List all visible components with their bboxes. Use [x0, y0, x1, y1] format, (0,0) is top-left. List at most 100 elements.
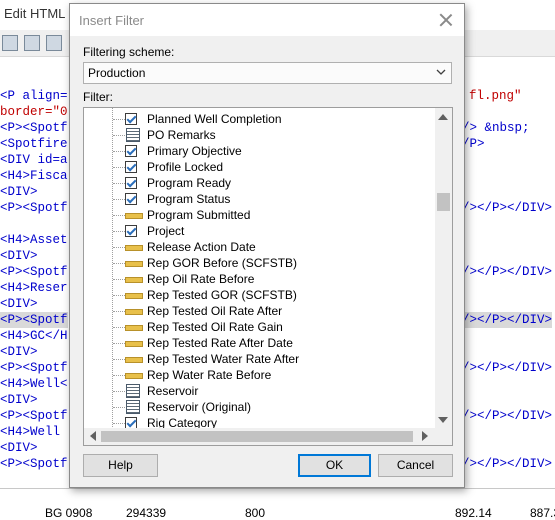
- tree-branch-line: [113, 295, 125, 296]
- filter-item-label: Rep Tested Oil Rate After: [147, 304, 283, 318]
- range-slider-icon: [125, 369, 143, 381]
- tree-branch-line: [113, 391, 125, 392]
- horizontal-scrollbar[interactable]: [84, 428, 452, 445]
- filter-item-label: Rep Water Rate Before: [147, 368, 272, 382]
- filter-item[interactable]: Rep Tested Oil Rate After: [84, 303, 434, 319]
- checkbox-icon: [125, 113, 137, 125]
- paint-bucket-icon[interactable]: [46, 35, 62, 51]
- filter-item-label: Program Ready: [147, 176, 232, 190]
- filter-item[interactable]: Rep Tested GOR (SCFSTB): [84, 287, 434, 303]
- tree-branch-line: [113, 311, 125, 312]
- tree-branch-line: [113, 423, 125, 424]
- table-cell: 887.3: [530, 506, 555, 520]
- range-slider-icon: [125, 289, 143, 301]
- range-slider-icon: [125, 337, 143, 349]
- table-cell: BG 0908: [45, 506, 93, 520]
- code-line: <Spotfire: [0, 137, 68, 151]
- code-line: <DIV>: [0, 297, 38, 311]
- filter-item-label: Profile Locked: [147, 160, 224, 174]
- filter-item[interactable]: Rep Tested Water Rate After: [84, 351, 434, 367]
- checkbox-icon: [125, 177, 137, 189]
- code-line-fragment: /></P></DIV>: [462, 312, 553, 328]
- range-slider-icon: [125, 209, 143, 221]
- filter-item-label: Program Submitted: [147, 208, 251, 222]
- filter-item[interactable]: Release Action Date: [84, 239, 434, 255]
- help-button[interactable]: Help: [83, 454, 158, 477]
- filter-item[interactable]: Program Submitted: [84, 207, 434, 223]
- scroll-down-icon[interactable]: [438, 417, 448, 423]
- filter-item[interactable]: Rep Water Rate Before: [84, 367, 434, 383]
- checkbox-icon: [125, 225, 137, 237]
- code-line: border="0: [0, 105, 68, 119]
- range-slider-icon: [125, 273, 143, 285]
- filter-item-label: Rep Oil Rate Before: [147, 272, 255, 286]
- scroll-up-icon[interactable]: [438, 114, 448, 120]
- filter-item-label: Release Action Date: [147, 240, 256, 254]
- filter-item[interactable]: Project: [84, 223, 434, 239]
- insert-filter-dialog: Insert Filter Filtering scheme: Producti…: [69, 3, 465, 488]
- filter-item[interactable]: Program Status: [84, 191, 434, 207]
- code-line: <DIV>: [0, 185, 38, 199]
- filter-item[interactable]: PO Remarks: [84, 127, 434, 143]
- list-box-icon: [126, 128, 140, 142]
- vertical-scroll-thumb[interactable]: [437, 193, 450, 211]
- horizontal-scroll-thumb[interactable]: [101, 431, 413, 442]
- tree-branch-line: [113, 167, 125, 168]
- filter-item[interactable]: Rep Oil Rate Before: [84, 271, 434, 287]
- code-line: <P><Spotf: [0, 121, 68, 135]
- tree-branch-line: [113, 327, 125, 328]
- filter-tree[interactable]: Planned Well Completion PO Remarks Primary…: [83, 107, 453, 446]
- checkbox-icon: [125, 193, 137, 205]
- dialog-title: Insert Filter: [79, 13, 145, 28]
- vertical-scrollbar[interactable]: [435, 108, 452, 428]
- code-line-fragment: fl.png": [469, 89, 522, 103]
- code-line-fragment: /></P></DIV>: [462, 409, 553, 423]
- filter-item[interactable]: Primary Objective: [84, 143, 434, 159]
- filter-item[interactable]: Profile Locked: [84, 159, 434, 175]
- code-line: <P><Spotf: [0, 361, 68, 375]
- tree-branch-line: [113, 375, 125, 376]
- filter-item[interactable]: Planned Well Completion: [84, 111, 434, 127]
- filter-item-label: Project: [147, 224, 185, 238]
- filter-item[interactable]: Rep Tested Oil Rate Gain: [84, 319, 434, 335]
- filtering-scheme-dropdown[interactable]: Production: [83, 62, 452, 84]
- filter-item-label: Planned Well Completion: [147, 112, 282, 126]
- code-line: <P><Spotf: [0, 457, 68, 471]
- filter-item-label: Rep GOR Before (SCFSTB): [147, 256, 298, 270]
- range-slider-icon: [125, 321, 143, 333]
- filter-item[interactable]: Reservoir (Original): [84, 399, 434, 415]
- filter-item[interactable]: Program Ready: [84, 175, 434, 191]
- code-line: <P><Spotf: [0, 312, 68, 328]
- tree-branch-line: [113, 199, 125, 200]
- close-icon[interactable]: [438, 12, 454, 28]
- code-line: <P><Spotf: [0, 409, 68, 423]
- filter-item-label: Reservoir (Original): [147, 400, 252, 414]
- code-line: <DIV>: [0, 345, 38, 359]
- filter-label: Filter:: [83, 90, 113, 104]
- chevron-down-icon: [436, 69, 446, 75]
- code-line: <DIV>: [0, 441, 38, 455]
- editor-title: Edit HTML: [4, 6, 66, 21]
- data-table-preview: BG 0908 294339 800 892.14 887.3: [0, 488, 555, 520]
- tree-branch-line: [113, 151, 125, 152]
- code-line: <DIV id=a: [0, 153, 68, 167]
- scroll-right-icon[interactable]: [422, 431, 428, 441]
- range-slider-icon: [125, 353, 143, 365]
- filter-item-label: Primary Objective: [147, 144, 242, 158]
- dialog-titlebar[interactable]: Insert Filter: [70, 4, 464, 36]
- filter-item[interactable]: Rep GOR Before (SCFSTB): [84, 255, 434, 271]
- tree-branch-line: [113, 183, 125, 184]
- tree-branch-line: [113, 215, 125, 216]
- save-icon[interactable]: [2, 35, 18, 51]
- ok-button[interactable]: OK: [298, 454, 371, 477]
- code-line-fragment: /></P></DIV>: [462, 361, 553, 375]
- filter-item[interactable]: Rep Tested Rate After Date: [84, 335, 434, 351]
- code-line: <H4>Well: [0, 425, 68, 439]
- range-slider-icon: [125, 305, 143, 317]
- table-cell: 800: [245, 506, 266, 520]
- cancel-button[interactable]: Cancel: [378, 454, 453, 477]
- scroll-left-icon[interactable]: [90, 431, 96, 441]
- image-icon[interactable]: [24, 35, 40, 51]
- filter-item-label: PO Remarks: [147, 128, 216, 142]
- filter-item[interactable]: Reservoir: [84, 383, 434, 399]
